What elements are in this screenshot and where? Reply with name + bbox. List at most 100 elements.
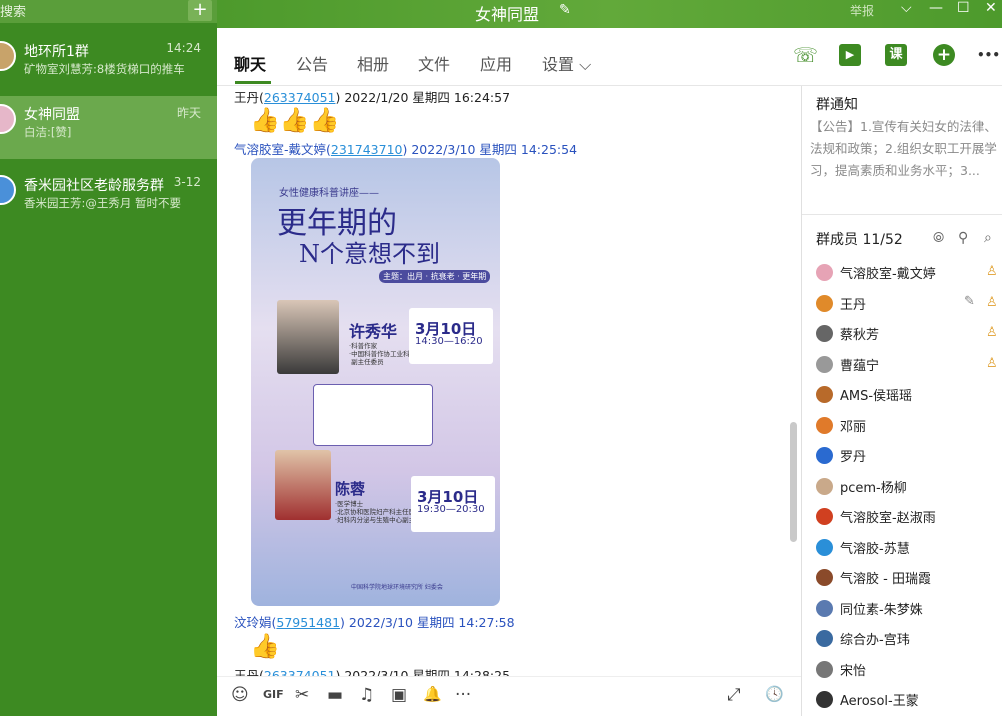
member-item[interactable]: 同位素-朱梦姝 bbox=[816, 596, 1002, 626]
chevron-down-icon[interactable]: ⌵ bbox=[901, 0, 912, 16]
conversation-item[interactable]: 地环所1群 14:24 矿物室刘慧芳:8楼货梯口的推车 bbox=[0, 33, 217, 96]
sender-name[interactable]: 王丹 bbox=[234, 90, 259, 105]
member-name: 同位素-朱梦姝 bbox=[840, 602, 923, 618]
history-icon[interactable]: 🕓 bbox=[765, 685, 784, 703]
message-header: 气溶胶室-戴文婷(231743710) 2022/3/10 星期四 14:25:… bbox=[234, 142, 578, 157]
sender-name[interactable]: 汶玲娟 bbox=[234, 615, 272, 630]
chat-scrollbar[interactable] bbox=[790, 422, 797, 542]
member-name: 气溶胶室-赵淑雨 bbox=[840, 511, 936, 526]
sender-qq[interactable]: 263374051 bbox=[264, 668, 336, 676]
more-icon[interactable]: ••• bbox=[977, 44, 1000, 66]
emoji-icon[interactable]: ☺ bbox=[231, 685, 249, 705]
class-icon[interactable]: 课 bbox=[885, 44, 907, 66]
sender-qq[interactable]: 57951481 bbox=[276, 615, 340, 630]
divider bbox=[802, 214, 1002, 215]
poster-image[interactable]: 女性健康科普讲座—— 更年期的 N个意想不到 主题：出月 · 抗衰老 · 更年期… bbox=[251, 158, 500, 606]
folder-icon[interactable]: ▬ bbox=[327, 685, 343, 705]
avatar bbox=[816, 477, 833, 495]
sender-name[interactable]: 王丹 bbox=[234, 668, 259, 676]
tab-apps[interactable]: 应用 bbox=[480, 51, 512, 75]
more-icon[interactable]: ··· bbox=[455, 685, 471, 705]
poster-header: 女性健康科普讲座—— bbox=[279, 188, 379, 199]
search-icon[interactable]: ⌕ bbox=[984, 230, 992, 246]
members-title: 群成员 11/52 bbox=[816, 232, 903, 248]
title-bar: 女神同盟 ✎ 举报 ⌵ — ☐ ✕ bbox=[217, 0, 1002, 28]
member-item[interactable]: 气溶胶室-戴文婷 ♙ bbox=[816, 260, 1002, 290]
search-bar[interactable]: 搜索 + bbox=[0, 0, 217, 23]
scissors-icon[interactable]: ✂ bbox=[295, 685, 309, 705]
tab-bar: 聊天 公告 相册 文件 应用 设置 ⌵ ☏ ▶ 课 + ••• bbox=[217, 28, 1002, 86]
avatar bbox=[816, 660, 833, 678]
video-icon[interactable]: ▶ bbox=[839, 44, 861, 66]
member-name: 宋怡 bbox=[840, 663, 867, 679]
search-placeholder: 搜索 bbox=[0, 5, 27, 20]
speaker2-info: ·医学博士 ·北京协和医院妇产科主任医师 ·妇科内分泌与生殖中心副主任 bbox=[335, 500, 422, 524]
conversation-time: 3-12 bbox=[173, 175, 201, 189]
window-title: 女神同盟 bbox=[475, 5, 540, 24]
member-item[interactable]: Aerosol-王蒙 bbox=[816, 687, 1002, 716]
phone-icon[interactable]: ☏ bbox=[793, 44, 818, 66]
report-link[interactable]: 举报 bbox=[850, 2, 874, 19]
message-header: 王丹(263374051) 2022/1/20 星期四 16:24:57 bbox=[234, 90, 511, 105]
date-card: 3月10日 14:30—16:20 bbox=[409, 308, 493, 364]
edit-icon[interactable]: ✎ bbox=[964, 294, 975, 309]
member-item[interactable]: 气溶胶 - 田瑞霞 bbox=[816, 565, 1002, 595]
add-icon[interactable]: + bbox=[933, 44, 955, 66]
member-item[interactable]: pcem-杨柳 bbox=[816, 474, 1002, 504]
conversation-name: 地环所1群 bbox=[24, 44, 89, 60]
conversation-item-selected[interactable]: 女神同盟 昨天 白洁:[赞] bbox=[0, 96, 217, 159]
speaker1-name: 许秀华 bbox=[349, 322, 398, 341]
message-time: 2022/3/10 星期四 14:25:54 bbox=[411, 142, 578, 157]
image-icon[interactable]: ▣ bbox=[391, 685, 407, 705]
member-name: 曹蕴宁 bbox=[840, 358, 880, 374]
conversation-item[interactable]: 香米园社区老龄服务群 3-12 香米园王芳:@王秀月 暂时不要 bbox=[0, 167, 217, 230]
member-item[interactable]: 气溶胶室-赵淑雨 bbox=[816, 504, 1002, 534]
member-item[interactable]: 宋怡 bbox=[816, 657, 1002, 687]
add-icon[interactable]: + bbox=[188, 0, 212, 21]
bell-icon[interactable]: 🔔 bbox=[423, 685, 442, 703]
edit-icon[interactable]: ✎ bbox=[559, 2, 571, 18]
member-name: 邓丽 bbox=[840, 419, 867, 435]
avatar bbox=[816, 386, 833, 403]
member-item[interactable]: 气溶胶-苏慧 bbox=[816, 535, 1002, 565]
conversation-name: 女神同盟 bbox=[24, 107, 80, 123]
group-settings-icon[interactable]: ⦾ bbox=[933, 230, 944, 246]
avatar bbox=[816, 599, 833, 617]
member-item[interactable]: AMS-侯瑶瑶 bbox=[816, 382, 1002, 412]
member-name: AMS-侯瑶瑶 bbox=[840, 389, 913, 404]
sender-qq[interactable]: 263374051 bbox=[264, 90, 336, 105]
tab-notice[interactable]: 公告 bbox=[296, 51, 328, 75]
avatar bbox=[816, 355, 833, 373]
tab-files[interactable]: 文件 bbox=[418, 51, 450, 75]
admin-badge-icon: ♙ bbox=[986, 325, 998, 340]
member-item[interactable]: 综合办-宫玮 bbox=[816, 626, 1002, 656]
thumbs-up-message: 👍👍👍 bbox=[250, 106, 340, 134]
app-window: 搜索 + 地环所1群 14:24 矿物室刘慧芳:8楼货梯口的推车 女神同盟 昨天… bbox=[0, 0, 1002, 716]
member-name: Aerosol-王蒙 bbox=[840, 694, 919, 709]
conversation-preview: 矿物室刘慧芳:8楼货梯口的推车 bbox=[24, 62, 185, 76]
member-name: pcem-杨柳 bbox=[840, 480, 907, 496]
member-item[interactable]: 邓丽 bbox=[816, 413, 1002, 443]
event-time: 19:30—20:30 bbox=[417, 504, 485, 515]
speaker-photo bbox=[277, 300, 339, 374]
add-member-icon[interactable]: ⚲ bbox=[958, 230, 968, 246]
expand-icon[interactable]: ⤢ bbox=[727, 685, 741, 705]
avatar bbox=[816, 416, 833, 434]
maximize-icon[interactable]: ☐ bbox=[957, 0, 970, 16]
member-item[interactable]: 曹蕴宁 ♙ bbox=[816, 352, 1002, 382]
notice-text[interactable]: 【公告】1.宣传有关妇女的法律、法规和政策；2.组织女职工开展学习，提高素质和业… bbox=[810, 116, 1000, 182]
tab-album[interactable]: 相册 bbox=[357, 51, 389, 75]
sender-name[interactable]: 气溶胶室-戴文婷 bbox=[234, 142, 326, 157]
member-item[interactable]: 罗丹 bbox=[816, 443, 1002, 473]
conversation-preview: 白洁:[赞] bbox=[24, 125, 72, 139]
member-item[interactable]: 蔡秋芳 ♙ bbox=[816, 321, 1002, 351]
tab-settings[interactable]: 设置 ⌵ bbox=[542, 51, 591, 75]
tab-chat[interactable]: 聊天 bbox=[234, 51, 266, 75]
minimize-icon[interactable]: — bbox=[929, 0, 943, 16]
close-icon[interactable]: ✕ bbox=[985, 0, 997, 16]
music-icon[interactable]: ♫ bbox=[359, 685, 374, 705]
gif-icon[interactable]: GIF bbox=[263, 688, 284, 701]
message-header: 王丹(263374051) 2022/3/10 星期四 14:28:25 bbox=[234, 665, 510, 676]
sender-qq[interactable]: 231743710 bbox=[331, 142, 403, 157]
member-item[interactable]: 王丹 ✎ ♙ bbox=[816, 291, 1002, 321]
